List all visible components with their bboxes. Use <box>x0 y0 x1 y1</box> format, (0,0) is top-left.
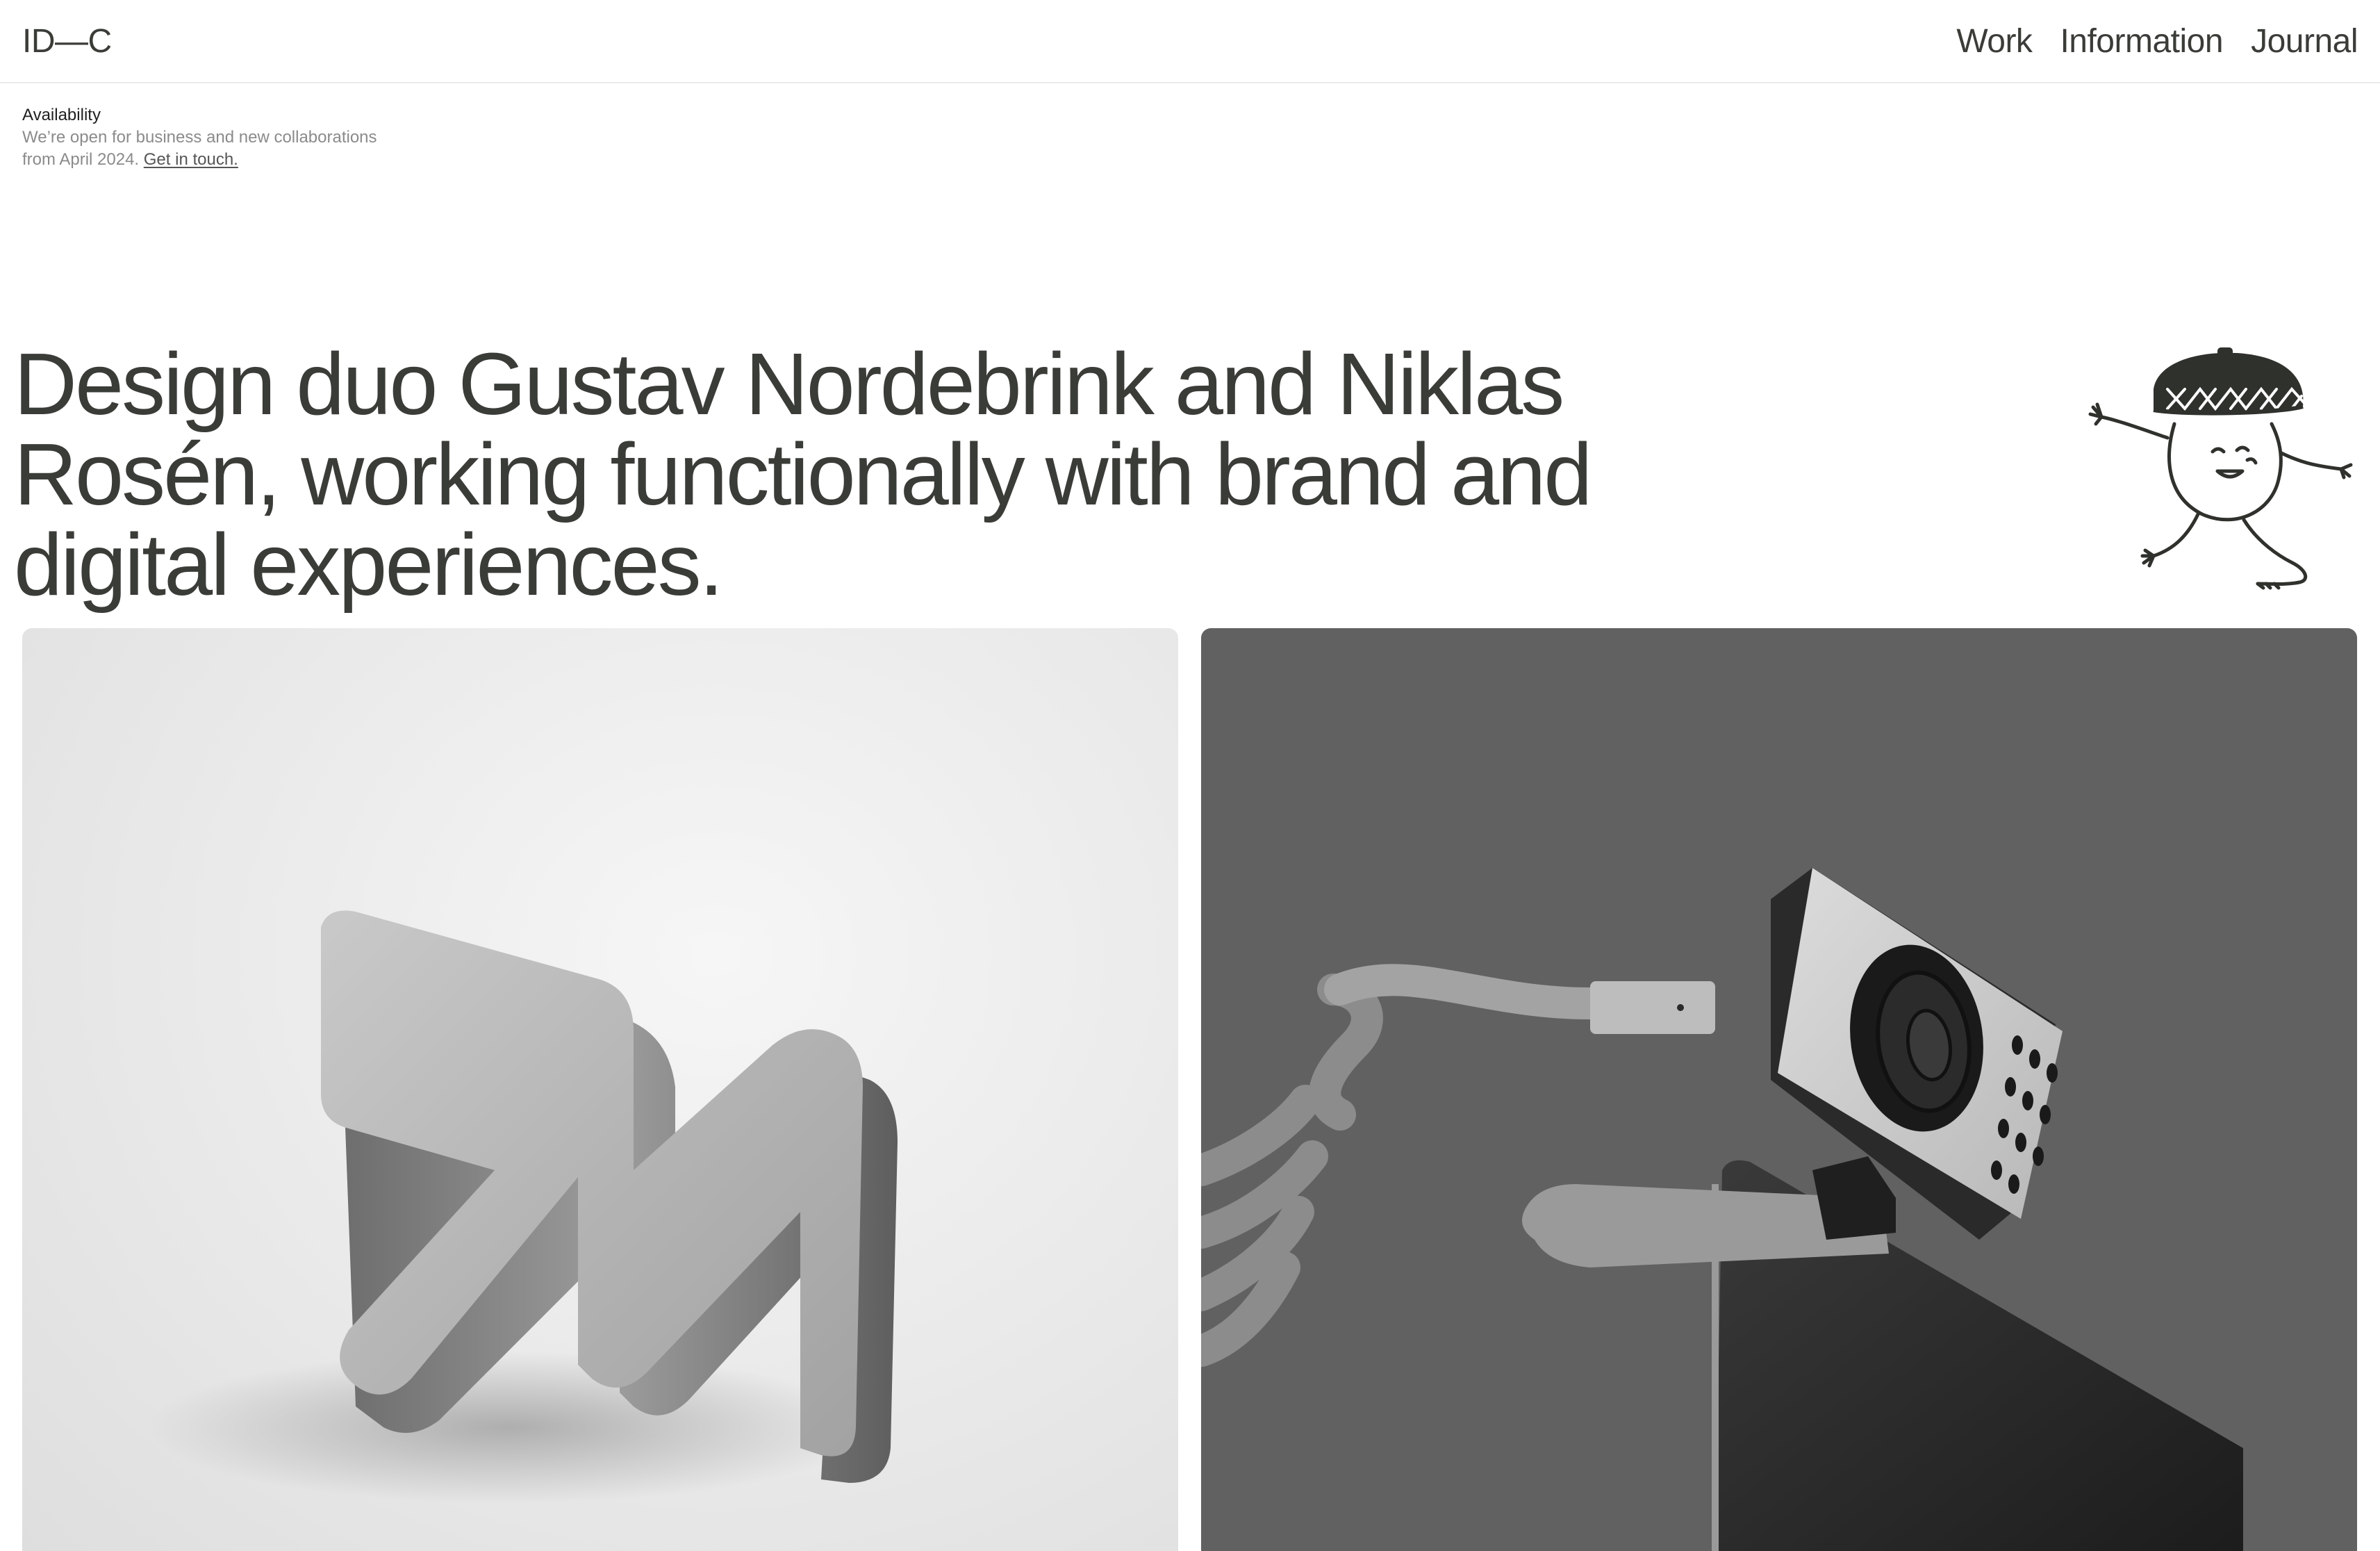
availability-title: Availability <box>22 106 101 124</box>
availability-line-2-row: from April 2024. Get in touch. <box>22 149 377 171</box>
project-card-monogram[interactable] <box>22 628 1178 1551</box>
page: ID—C Work Information Journal Availabili… <box>0 0 2380 1551</box>
availability-note: Availability We’re open for business and… <box>22 104 377 171</box>
hero-headline: Design duo Gustav Nordebrink and Niklas … <box>14 335 1592 614</box>
project-card-webcam[interactable] <box>1201 628 2357 1551</box>
nav-information[interactable]: Information <box>2060 19 2223 64</box>
site-header: ID—C Work Information Journal <box>0 0 2380 83</box>
main-nav: Work Information Journal <box>1956 19 2358 64</box>
get-in-touch-link[interactable]: Get in touch. <box>144 150 238 169</box>
webcam-device-image <box>1201 868 2243 1551</box>
acorn-character-walking-icon <box>2088 347 2353 590</box>
nav-journal[interactable]: Journal <box>2251 19 2358 64</box>
nav-work[interactable]: Work <box>1956 19 2033 64</box>
availability-line-2: from April 2024. <box>22 150 140 169</box>
logo[interactable]: ID—C <box>22 19 112 64</box>
availability-line-1: We’re open for business and new collabor… <box>22 128 377 147</box>
metal-letterform-image <box>147 910 898 1504</box>
